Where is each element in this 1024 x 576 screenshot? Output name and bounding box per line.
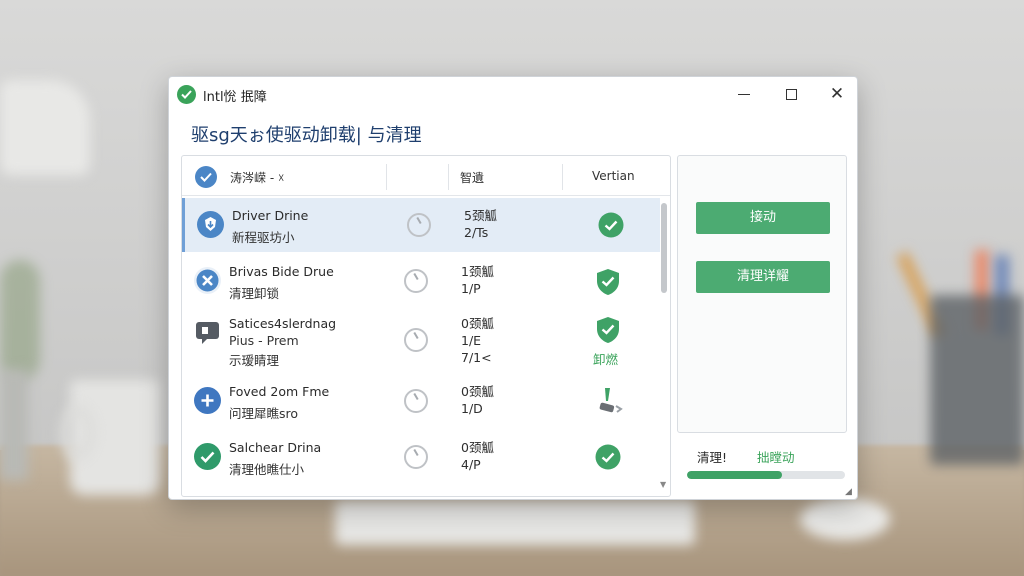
loading-spinner-icon — [404, 389, 428, 413]
column-divider — [448, 164, 449, 190]
background-mouse — [800, 498, 890, 540]
uninstall-label: 卸燃 — [593, 352, 619, 367]
size-line: 0颈觚 — [461, 440, 494, 455]
driver-size: 0颈觚 4/P — [461, 439, 494, 473]
driver-size: 0颈觚 1/E 7/1< — [461, 315, 494, 366]
size-line: 1/P — [461, 281, 481, 296]
resize-grip-icon[interactable]: ◢ — [845, 487, 855, 497]
driver-description: 新程驱坊小 — [232, 230, 295, 245]
chat-bubble-icon — [194, 319, 221, 346]
column-divider — [386, 164, 387, 190]
app-heading: 驱sg天ぉ使驱动卸载| 与清理 — [191, 125, 422, 146]
driver-list: 涛涔嵘 - ☓ 智遺 Vertian Driver Drine 新程驱坊小 5颈… — [181, 155, 671, 497]
column-header-name[interactable]: 涛涔嵘 - ☓ — [230, 169, 284, 186]
size-line: 1/E — [461, 333, 482, 348]
driver-description: Pius - Prem — [229, 333, 299, 348]
shield-arrow-icon — [197, 211, 224, 238]
app-check-icon — [177, 85, 196, 104]
size-line: 0颈觚 — [461, 384, 494, 399]
maximize-icon — [785, 89, 797, 100]
size-line: 4/P — [461, 457, 481, 472]
column-header-version[interactable]: Vertian — [592, 169, 635, 183]
driver-size: 5颈觚 2/Ts — [464, 207, 497, 241]
background-lamp — [0, 80, 90, 175]
list-header: 涛涔嵘 - ☓ 智遺 Vertian — [182, 156, 670, 196]
scroll-down-arrow-icon[interactable]: ▼ — [660, 480, 666, 489]
background-pen-holder — [930, 295, 1024, 465]
size-line: 1颈觚 — [461, 264, 494, 279]
window-title: lntl恱 抿障 — [203, 90, 267, 105]
cross-badge-icon — [194, 267, 221, 294]
check-circle-icon — [595, 444, 621, 470]
title-bar[interactable]: lntl恱 抿障 ✕ — [169, 77, 857, 111]
loading-spinner-icon — [407, 213, 431, 237]
size-line: 2/Ts — [464, 225, 489, 240]
driver-size: 1颈觚 1/P — [461, 263, 494, 297]
driver-row[interactable]: Driver Drine 新程驱坊小 5颈觚 2/Ts — [182, 198, 660, 252]
driver-name: Foved 2om Fme — [229, 384, 330, 399]
driver-description: 清理卸锁 — [229, 286, 280, 301]
size-line: 7/1< — [461, 350, 492, 365]
check-shield-icon — [595, 316, 621, 343]
select-all-checkbox[interactable] — [195, 166, 217, 188]
uninstall-tool-icon — [595, 386, 623, 413]
driver-description: 示瑷睛理 — [229, 353, 280, 368]
driver-row[interactable]: Satices4slerdnag Pius - Prem 示瑷睛理 0颈觚 1/… — [182, 306, 660, 372]
loading-spinner-icon — [404, 328, 428, 352]
action-panel: 接动 清理详耀 — [677, 155, 847, 433]
driver-row[interactable]: Brivas Bide Drue 清理卸锁 1颈觚 1/P — [182, 254, 660, 308]
driver-row[interactable]: Foved 2om Fme 问理犀瞧sro 0颈觚 1/D — [182, 374, 660, 428]
background-plant — [0, 260, 40, 380]
clean-details-button[interactable]: 清理详耀 — [696, 261, 830, 293]
check-circle-icon — [598, 212, 624, 238]
loading-spinner-icon — [404, 445, 428, 469]
scrollbar-thumb[interactable] — [661, 203, 667, 293]
list-scrollbar[interactable]: ▼ — [660, 200, 668, 494]
progress-fill — [687, 471, 782, 479]
status-label: 清理! — [697, 450, 728, 465]
background-keyboard — [335, 500, 695, 545]
minimize-button[interactable] — [726, 81, 762, 107]
size-line: 5颈觚 — [464, 208, 497, 223]
column-header-management[interactable]: 智遺 — [460, 169, 484, 186]
loading-spinner-icon — [404, 269, 428, 293]
progress-bar — [687, 471, 845, 479]
check-shield-icon — [595, 268, 621, 295]
driver-name: Salchear Drina — [229, 440, 322, 455]
plus-circle-icon — [194, 387, 221, 414]
maximize-button[interactable] — [773, 81, 809, 107]
column-divider — [562, 164, 563, 190]
driver-description: 清理他瞧仕小 — [229, 462, 305, 477]
minimize-icon — [738, 93, 750, 96]
background-mug-handle — [60, 405, 95, 460]
check-badge-icon — [194, 443, 221, 470]
close-button[interactable]: ✕ — [819, 81, 855, 107]
driver-row[interactable]: Salchear Drina 清理他瞧仕小 0颈觚 4/P — [182, 430, 660, 484]
move-driver-button[interactable]: 接动 — [696, 202, 830, 234]
status-area: 清理! 拙瞠动 — [677, 441, 847, 497]
app-window: lntl恱 抿障 ✕ 驱sg天ぉ使驱动卸载| 与清理 涛涔嵘 - ☓ 智遺 Ve… — [168, 76, 858, 500]
driver-name: Satices4slerdnag — [229, 316, 337, 331]
close-icon: ✕ — [829, 84, 845, 104]
background-pot — [0, 370, 28, 480]
driver-size: 0颈觚 1/D — [461, 383, 494, 417]
driver-description: 问理犀瞧sro — [229, 406, 299, 421]
size-line: 0颈觚 — [461, 316, 494, 331]
driver-name: Driver Drine — [232, 208, 309, 223]
size-line: 1/D — [461, 401, 483, 416]
status-value: 拙瞠动 — [757, 450, 795, 465]
driver-name: Brivas Bide Drue — [229, 264, 334, 279]
